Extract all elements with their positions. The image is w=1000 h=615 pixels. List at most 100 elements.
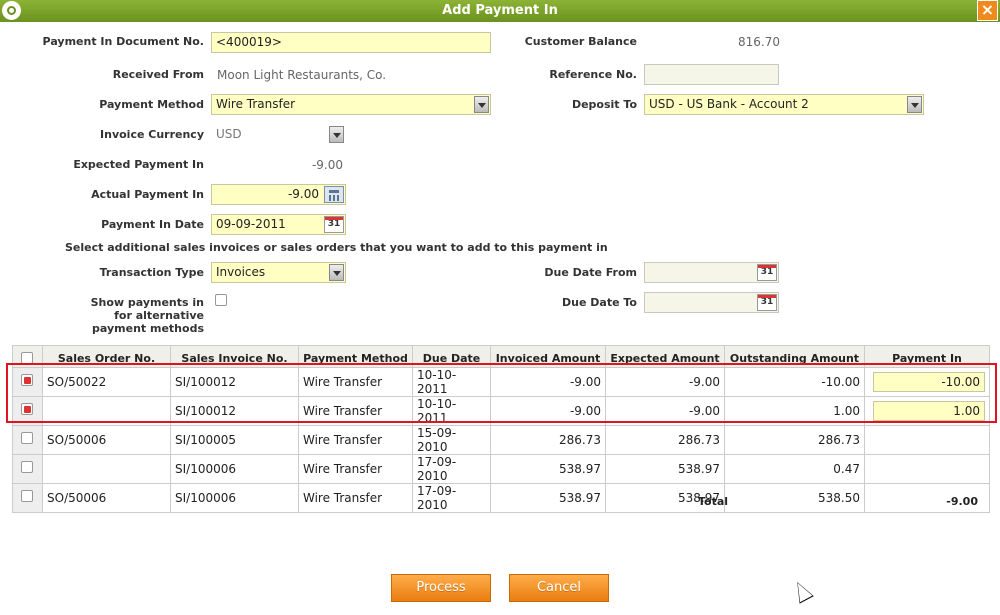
payment-method-cell: Wire Transfer	[298, 454, 413, 484]
table-row[interactable]: SI/100012 Wire Transfer 10-10-2011 -9.00 -9.…	[12, 396, 990, 426]
payment-method-cell: Wire Transfer	[298, 367, 413, 397]
row-select-cell	[12, 454, 43, 484]
table-row[interactable]: SO/50006 SI/100005 Wire Transfer 15-09-2010…	[12, 425, 990, 455]
table-row[interactable]: SI/100006 Wire Transfer 17-09-2010 538.97 53…	[12, 454, 990, 484]
row-checkbox[interactable]	[21, 490, 33, 502]
sales-invoice-cell: SI/100012	[170, 367, 299, 397]
due-date-from-input[interactable]: 31	[644, 262, 779, 283]
sales-order-cell: SO/50006	[42, 425, 171, 455]
due-date-cell: 10-10-2011	[412, 367, 491, 397]
payment-method-cell: Wire Transfer	[298, 396, 413, 426]
payment-date-value: 09-09-2011	[216, 217, 286, 231]
payment-method-cell: Wire Transfer	[298, 483, 413, 513]
customer-balance-value: 816.70	[738, 35, 780, 49]
row-checkbox[interactable]	[21, 432, 33, 444]
cancel-button[interactable]: Cancel	[509, 574, 609, 602]
received-from-label: Received From	[112, 68, 204, 81]
row-select-cell	[12, 483, 43, 513]
select-all-checkbox[interactable]	[21, 352, 33, 364]
invoiced-amount-cell: 538.97	[490, 483, 606, 513]
sales-invoice-cell: SI/100006	[170, 483, 299, 513]
row-select-cell	[12, 396, 43, 426]
deposit-to-select[interactable]: USD - US Bank - Account 2	[644, 94, 924, 115]
select-all-header	[12, 345, 43, 368]
expected-amount-cell: -9.00	[605, 396, 725, 426]
payment-in-cell	[864, 425, 990, 455]
invoiced-amount-cell: -9.00	[490, 396, 606, 426]
received-from-value: Moon Light Restaurants, Co.	[217, 68, 387, 82]
actual-payment-label: Actual Payment In	[91, 188, 204, 201]
table-row[interactable]: SO/50022 SI/100012 Wire Transfer 10-10-2011…	[12, 367, 990, 397]
header-outstanding-amount[interactable]: Outstanding Amount	[724, 345, 865, 368]
transaction-type-label: Transaction Type	[99, 266, 204, 279]
reference-no-input[interactable]	[644, 64, 779, 85]
due-date-from-label: Due Date From	[544, 266, 637, 279]
sales-invoice-cell: SI/100005	[170, 425, 299, 455]
row-select-cell	[12, 367, 43, 397]
invoiced-amount-cell: -9.00	[490, 367, 606, 397]
invoiced-amount-cell: 538.97	[490, 454, 606, 484]
show-alternative-payments-checkbox[interactable]	[215, 294, 227, 306]
header-expected-amount[interactable]: Expected Amount	[605, 345, 725, 368]
calculator-icon[interactable]	[324, 186, 344, 203]
expected-amount-cell: 286.73	[605, 425, 725, 455]
header-sales-order[interactable]: Sales Order No.	[42, 345, 171, 368]
show-payments-label-line1: Show payments in	[90, 296, 204, 309]
show-payments-label-line2: for alternative	[114, 309, 204, 322]
due-date-to-label: Due Date To	[562, 296, 637, 309]
payment-in-input[interactable]: 1.00	[873, 401, 985, 421]
table-header-row: Sales Order No. Sales Invoice No. Paymen…	[12, 345, 990, 368]
total-label: Total	[698, 495, 729, 508]
calendar-icon[interactable]: 31	[757, 294, 777, 311]
outstanding-amount-cell: 538.50	[724, 483, 865, 513]
header-payment-in[interactable]: Payment In	[864, 345, 990, 368]
due-date-cell: 15-09-2010	[412, 425, 491, 455]
due-date-cell: 17-09-2010	[412, 454, 491, 484]
doc-no-label: Payment In Document No.	[42, 35, 204, 48]
sales-invoice-cell: SI/100006	[170, 454, 299, 484]
actual-payment-value: -9.00	[287, 187, 319, 201]
process-button[interactable]: Process	[391, 574, 491, 602]
deposit-to-value: USD - US Bank - Account 2	[649, 97, 809, 111]
customer-balance-label: Customer Balance	[524, 35, 637, 48]
payment-method-label: Payment Method	[99, 98, 204, 111]
reference-no-label: Reference No.	[549, 68, 637, 81]
invoice-currency-label: Invoice Currency	[100, 128, 204, 141]
payment-in-input[interactable]: -10.00	[873, 372, 985, 392]
payment-date-input[interactable]: 09-09-2011 31	[211, 214, 346, 235]
chevron-down-icon[interactable]	[329, 126, 344, 143]
sales-order-cell	[42, 454, 171, 484]
deposit-to-label: Deposit To	[571, 98, 637, 111]
header-due-date[interactable]: Due Date	[412, 345, 491, 368]
show-payments-label-line3: payment methods	[92, 322, 204, 335]
payment-method-select[interactable]: Wire Transfer	[211, 94, 491, 115]
calendar-icon[interactable]: 31	[324, 216, 344, 233]
table-row[interactable]: SO/50006 SI/100006 Wire Transfer 17-09-2010…	[12, 483, 990, 513]
close-button[interactable]: ×	[977, 0, 998, 21]
invoice-currency-value: USD	[216, 127, 242, 141]
invoice-table: Sales Order No. Sales Invoice No. Paymen…	[12, 345, 990, 513]
payment-method-value: Wire Transfer	[216, 97, 296, 111]
header-payment-method[interactable]: Payment Method	[298, 345, 413, 368]
row-checkbox[interactable]	[21, 374, 33, 386]
actual-payment-input[interactable]: -9.00	[211, 184, 346, 205]
chevron-down-icon[interactable]	[329, 264, 344, 281]
doc-no-input[interactable]: <400019>	[211, 32, 491, 53]
due-date-to-input[interactable]: 31	[644, 292, 779, 313]
invoice-currency-select[interactable]: USD	[211, 124, 346, 145]
due-date-cell: 10-10-2011	[412, 396, 491, 426]
row-checkbox[interactable]	[21, 461, 33, 473]
expected-amount-cell: -9.00	[605, 367, 725, 397]
chevron-down-icon[interactable]	[907, 96, 922, 113]
header-invoiced-amount[interactable]: Invoiced Amount	[490, 345, 606, 368]
payment-in-cell: 1.00	[864, 396, 990, 426]
row-checkbox[interactable]	[21, 403, 33, 415]
sales-order-cell	[42, 396, 171, 426]
header-sales-invoice[interactable]: Sales Invoice No.	[170, 345, 299, 368]
outstanding-amount-cell: -10.00	[724, 367, 865, 397]
transaction-type-select[interactable]: Invoices	[211, 262, 346, 283]
calendar-icon[interactable]: 31	[757, 264, 777, 281]
payment-in-cell: -10.00	[864, 367, 990, 397]
invoiced-amount-cell: 286.73	[490, 425, 606, 455]
sales-invoice-cell: SI/100012	[170, 396, 299, 426]
